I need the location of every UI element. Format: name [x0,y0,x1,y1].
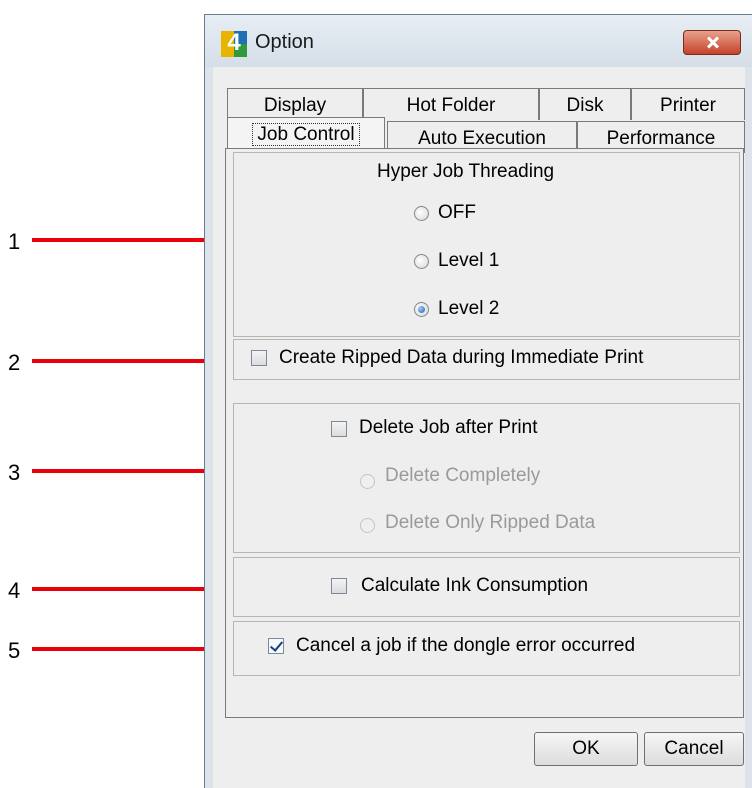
radio-level-2-label[interactable]: Level 2 [438,298,499,320]
create-ripped-label[interactable]: Create Ripped Data during Immediate Prin… [279,347,643,369]
radio-delete-ripped[interactable] [360,518,375,533]
tab-disk-label: Disk [566,95,604,116]
radio-delete-completely-label[interactable]: Delete Completely [385,465,540,487]
callout-4-number: 4 [8,578,21,603]
radio-level-1-label[interactable]: Level 1 [438,250,499,272]
callout-2-number: 2 [8,350,21,375]
tab-printer[interactable]: Printer [631,88,745,120]
app-logo-digit: 4 [227,29,241,56]
callout-1-number: 1 [8,229,21,254]
tab-disk[interactable]: Disk [539,88,631,120]
delete-job-checkbox[interactable] [331,421,347,437]
callout-3-number: 3 [8,460,21,485]
radio-delete-completely[interactable] [360,474,375,489]
hyper-threading-title: Hyper Job Threading [377,161,555,182]
calc-ink-checkbox[interactable] [331,578,347,594]
radio-level-2[interactable] [414,302,429,317]
cancel-dongle-label[interactable]: Cancel a job if the dongle error occurre… [296,635,635,657]
title-bar[interactable]: 4 Option [205,15,752,67]
cancel-dongle-checkbox[interactable] [268,638,284,654]
radio-level-1[interactable] [414,254,429,269]
create-ripped-checkbox[interactable] [251,350,267,366]
tab-hot-folder[interactable]: Hot Folder [363,88,539,120]
tab-display[interactable]: Display [227,88,363,120]
close-icon[interactable] [683,30,741,55]
tab-hot-folder-label: Hot Folder [406,95,496,116]
tab-display-label: Display [263,95,327,116]
tab-printer-label: Printer [660,95,716,116]
tab-auto-execution-label: Auto Execution [418,128,546,149]
app-logo-icon: 4 [221,29,247,57]
callout-5-number: 5 [8,638,21,663]
radio-delete-ripped-label[interactable]: Delete Only Ripped Data [385,512,595,534]
tab-performance-label: Performance [606,128,716,149]
tab-job-control-label: Job Control [252,123,360,146]
ok-button[interactable]: OK [534,732,638,766]
radio-off-label[interactable]: OFF [438,202,476,224]
delete-job-label[interactable]: Delete Job after Print [359,417,537,439]
window-title: Option [255,31,314,53]
cancel-button[interactable]: Cancel [644,732,744,766]
radio-off[interactable] [414,206,429,221]
calc-ink-label[interactable]: Calculate Ink Consumption [361,575,588,597]
